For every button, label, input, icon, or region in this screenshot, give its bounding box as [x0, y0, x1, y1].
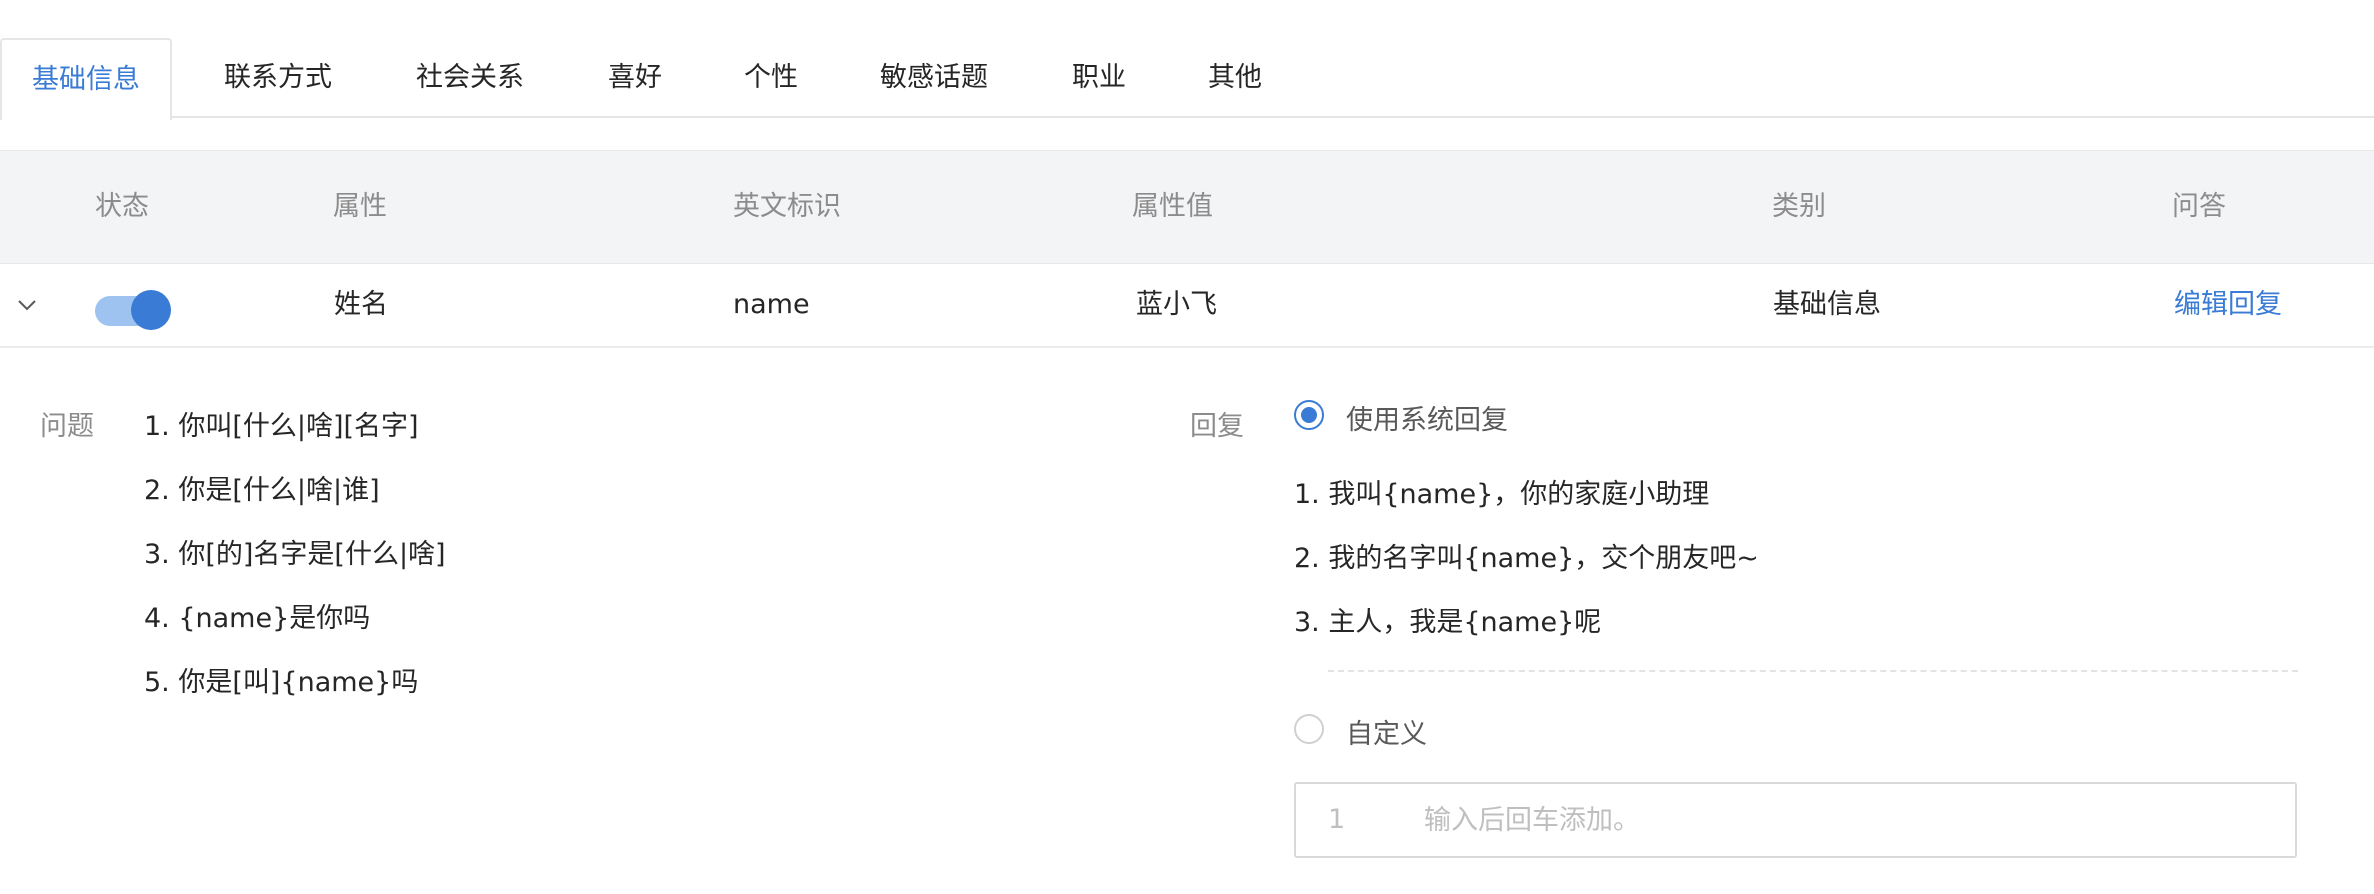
question-item: 3. 你[的]名字是[什么|啥]: [144, 539, 446, 570]
header-category: 类别: [1772, 191, 1826, 222]
system-reply-label[interactable]: 使用系统回复: [1346, 398, 1508, 437]
table-header: 状态 属性 英文标识 属性值 类别 问答: [0, 150, 2374, 264]
question-item: 5. 你是[叫]{name}吗: [144, 667, 419, 698]
edit-reply-link[interactable]: 编辑回复: [2174, 264, 2282, 346]
tab-other[interactable]: 其他: [1208, 38, 1262, 118]
header-attribute: 属性: [333, 191, 387, 222]
toggle-knob: [131, 290, 171, 330]
reply-label: 回复: [1190, 411, 1244, 442]
tab-contact[interactable]: 联系方式: [224, 38, 332, 118]
system-reply-item: 2. 我的名字叫{name}，交个朋友吧~: [1294, 543, 1759, 574]
tab-bar: 基础信息 联系方式 社会关系 喜好 个性 敏感话题 职业 其他: [0, 38, 2374, 120]
header-status: 状态: [95, 191, 149, 222]
tab-social-relations[interactable]: 社会关系: [416, 38, 524, 118]
question-item: 1. 你叫[什么|啥][名字]: [144, 411, 419, 442]
tab-personality[interactable]: 个性: [744, 38, 798, 118]
cell-value: 蓝小飞: [1136, 289, 1217, 320]
custom-reply-field[interactable]: 1: [1294, 782, 2297, 858]
tab-basic-info[interactable]: 基础信息: [0, 38, 172, 120]
cell-attribute: 姓名: [334, 289, 388, 320]
cell-english-id: name: [733, 289, 810, 320]
custom-reply-label[interactable]: 自定义: [1346, 712, 1427, 751]
cell-category: 基础信息: [1773, 289, 1881, 320]
tab-sensitive-topics[interactable]: 敏感话题: [880, 38, 988, 118]
header-english-id: 英文标识: [733, 191, 841, 222]
custom-reply-radio[interactable]: [1294, 714, 1324, 744]
system-reply-item: 1. 我叫{name}，你的家庭小助理: [1294, 479, 1710, 510]
questions-label: 问题: [40, 411, 94, 442]
status-toggle[interactable]: [95, 290, 173, 330]
line-number: 1: [1328, 804, 1346, 835]
divider: [1328, 670, 2298, 672]
custom-reply-input[interactable]: [1424, 790, 2264, 850]
table-row: 姓名 name 蓝小飞 基础信息 编辑回复: [0, 264, 2374, 348]
header-qa: 问答: [2172, 191, 2226, 222]
tab-hobbies[interactable]: 喜好: [608, 38, 662, 118]
chevron-down-icon[interactable]: [16, 294, 38, 316]
tab-occupation[interactable]: 职业: [1072, 38, 1126, 118]
system-reply-item: 3. 主人，我是{name}呢: [1294, 607, 1602, 638]
header-value: 属性值: [1132, 191, 1213, 222]
question-item: 2. 你是[什么|啥|谁]: [144, 475, 380, 506]
system-reply-radio[interactable]: [1294, 400, 1324, 430]
question-item: 4. {name}是你吗: [144, 603, 371, 634]
